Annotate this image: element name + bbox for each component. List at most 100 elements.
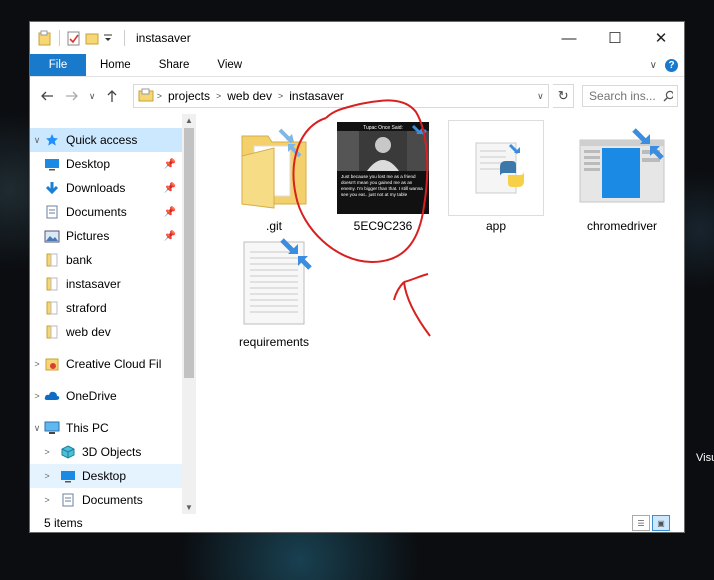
tab-home[interactable]: Home [86,54,145,76]
expand-chevron-icon[interactable]: ∨ [30,135,44,146]
nav-bank[interactable]: bank [30,248,182,272]
navigation-bar: ∨ > projects > web dev > instasaver ∨ ↻ [30,77,684,115]
nav-label: straford [66,301,107,315]
folder-icon [44,300,60,316]
nav-quick-access[interactable]: ∨ Quick access [30,128,182,152]
expand-chevron-icon[interactable]: > [30,495,54,505]
pin-icon[interactable]: 📌 [164,159,176,170]
scroll-down-icon[interactable]: ▼ [182,503,196,512]
nav-instasaver[interactable]: instasaver [30,272,182,296]
pin-icon[interactable]: 📌 [164,207,176,218]
file-name: chromedriver [586,219,658,233]
search-icon [663,90,674,102]
document-icon [44,204,60,220]
nav-straford[interactable]: straford [30,296,182,320]
expand-ribbon-icon[interactable]: ∨ [650,60,657,71]
maximize-button[interactable]: ☐ [592,22,638,54]
pin-icon[interactable]: 📌 [164,183,176,194]
nav-this-pc[interactable]: ∨ This PC [30,416,182,440]
scrollbar-thumb[interactable] [184,128,194,378]
python-file-icon [448,120,544,216]
explorer-body: ∨ Quick access Desktop 📌 Downloads 📌 Doc… [30,114,684,514]
file-item-git[interactable]: .git [224,120,324,233]
folder-icon [44,324,60,340]
breadcrumb-projects[interactable]: projects [165,89,213,103]
nav-scrollbar[interactable]: ▲ ▼ [182,114,196,514]
computer-icon [44,420,60,436]
nav-label: This PC [66,421,109,435]
nav-documents[interactable]: Documents 📌 [30,200,182,224]
onedrive-icon [44,388,60,404]
folder-properties-icon[interactable] [38,30,52,46]
breadcrumb-instasaver[interactable]: instasaver [286,89,347,103]
file-name: app [485,219,507,233]
recent-locations-button[interactable]: ∨ [87,85,97,107]
search-input[interactable] [587,88,664,104]
details-view-icon[interactable]: ☰ [632,515,650,531]
expand-chevron-icon[interactable]: > [30,391,44,401]
nav-desktop[interactable]: Desktop 📌 [30,152,182,176]
large-icons-view-icon[interactable]: ▣ [652,515,670,531]
desktop-label[interactable]: Visu [696,452,714,464]
search-box[interactable] [582,85,679,107]
arrow-left-icon [40,91,53,101]
expand-chevron-icon[interactable]: > [30,359,44,369]
download-icon [44,180,60,196]
cube-icon [60,444,76,460]
properties-check-icon[interactable] [67,30,81,46]
folder-icon [44,276,60,292]
up-button[interactable] [101,85,123,107]
nav-pictures[interactable]: Pictures 📌 [30,224,182,248]
star-icon [44,132,60,148]
nav-downloads[interactable]: Downloads 📌 [30,176,182,200]
chevron-right-icon[interactable]: > [213,91,224,101]
nav-label: Creative Cloud Fil [66,357,162,371]
help-icon[interactable]: ? [665,58,678,72]
refresh-button[interactable]: ↻ [553,84,575,108]
nav-documents-pc[interactable]: > Documents [30,488,182,512]
file-item-requirements[interactable]: requirements [224,236,324,349]
file-name: 5EC9C236 [353,219,413,233]
tab-view[interactable]: View [203,54,256,76]
desktop-icon [60,468,76,484]
nav-3d-objects[interactable]: > 3D Objects [30,440,182,464]
executable-icon [574,120,670,216]
status-bar: 5 items ☰ ▣ [30,514,684,532]
file-item-app[interactable]: app [446,120,546,233]
document-icon [60,492,76,508]
nav-label: web dev [66,325,111,339]
tab-share[interactable]: Share [145,54,204,76]
address-dropdown-icon[interactable]: ∨ [532,91,548,102]
scroll-up-icon[interactable]: ▲ [182,116,196,125]
back-button[interactable] [36,85,58,107]
view-switcher: ☰ ▣ [632,515,670,531]
folder-icon [226,120,322,216]
new-folder-icon[interactable] [85,30,99,46]
nav-onedrive[interactable]: > OneDrive [30,384,182,408]
navigation-pane: ∨ Quick access Desktop 📌 Downloads 📌 Doc… [30,114,182,514]
window-controls: — ☐ ✕ [546,22,684,54]
nav-label: Desktop [66,157,111,171]
forward-button[interactable] [62,85,84,107]
nav-desktop-pc[interactable]: > Desktop [30,464,182,488]
nav-label: Desktop [82,469,127,483]
minimize-button[interactable]: — [546,22,592,54]
tab-file[interactable]: File [30,54,86,76]
address-bar[interactable]: > projects > web dev > instasaver ∨ [132,84,550,108]
expand-chevron-icon[interactable]: > [30,447,54,457]
picture-icon [44,228,60,244]
customize-toolbar-icon[interactable] [103,30,117,46]
chevron-right-icon[interactable]: > [154,91,165,101]
item-count: 5 items [44,516,83,530]
chevron-right-icon[interactable]: > [275,91,286,101]
expand-chevron-icon[interactable]: ∨ [30,423,44,434]
breadcrumb-web-dev[interactable]: web dev [224,89,275,103]
nav-creative-cloud[interactable]: > Creative Cloud Fil [30,352,182,376]
close-button[interactable]: ✕ [638,22,684,54]
pin-icon[interactable]: 📌 [164,231,176,242]
file-item-image[interactable]: Tupac Once Said: Just because you lost m… [333,120,433,233]
file-item-chromedriver[interactable]: chromedriver [572,120,672,233]
file-name: .git [265,219,282,233]
nav-web-dev[interactable]: web dev [30,320,182,344]
expand-chevron-icon[interactable]: > [30,471,54,481]
